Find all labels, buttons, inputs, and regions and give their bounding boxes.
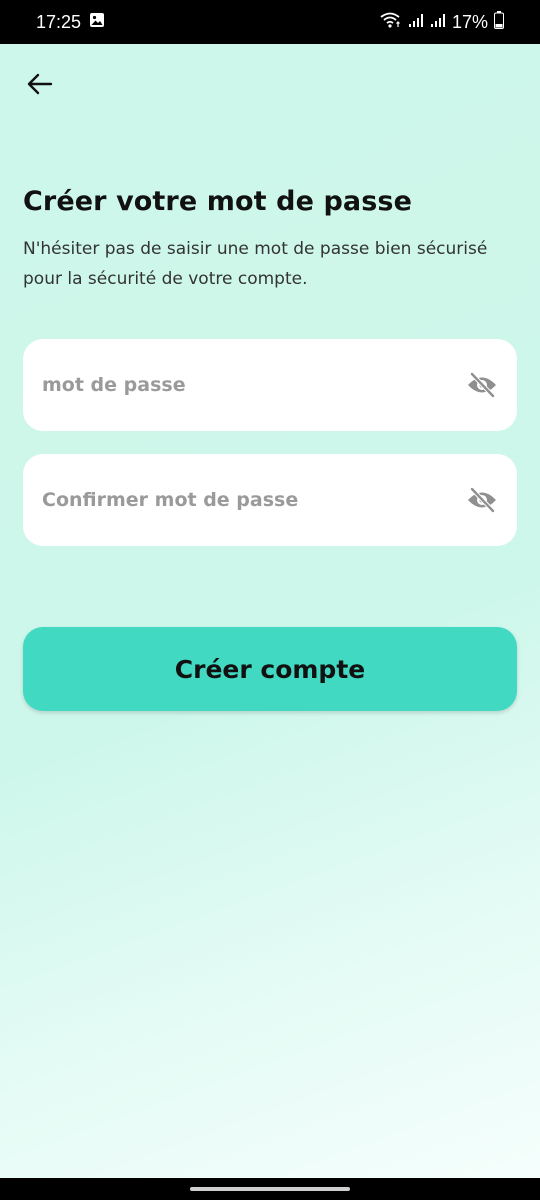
home-indicator[interactable] xyxy=(190,1187,350,1191)
create-password-screen: Créer votre mot de passe N'hésiter pas d… xyxy=(0,44,540,1178)
arrow-left-icon xyxy=(27,73,53,99)
status-bar: 17:25 17% xyxy=(0,0,540,44)
create-account-button[interactable]: Créer compte xyxy=(23,627,517,711)
back-button[interactable] xyxy=(20,66,60,106)
status-right: 17% xyxy=(380,10,504,34)
eye-off-icon[interactable] xyxy=(465,368,499,402)
confirm-password-field[interactable] xyxy=(23,454,517,546)
password-field[interactable] xyxy=(23,339,517,431)
page-subtitle: N'hésiter pas de saisir une mot de passe… xyxy=(23,239,488,289)
navigation-bar xyxy=(0,1178,540,1200)
battery-icon xyxy=(494,10,504,34)
battery-percent: 17% xyxy=(451,11,488,32)
status-time: 17:25 xyxy=(36,11,82,32)
page-title: Créer votre mot de passe xyxy=(23,186,412,217)
password-input[interactable] xyxy=(40,373,465,397)
signal-icon xyxy=(408,12,446,33)
wifi-icon xyxy=(380,12,402,33)
status-left: 17:25 xyxy=(36,12,105,33)
gallery-notification-icon xyxy=(89,12,105,33)
eye-off-icon[interactable] xyxy=(465,483,499,517)
confirm-password-input[interactable] xyxy=(40,488,465,512)
